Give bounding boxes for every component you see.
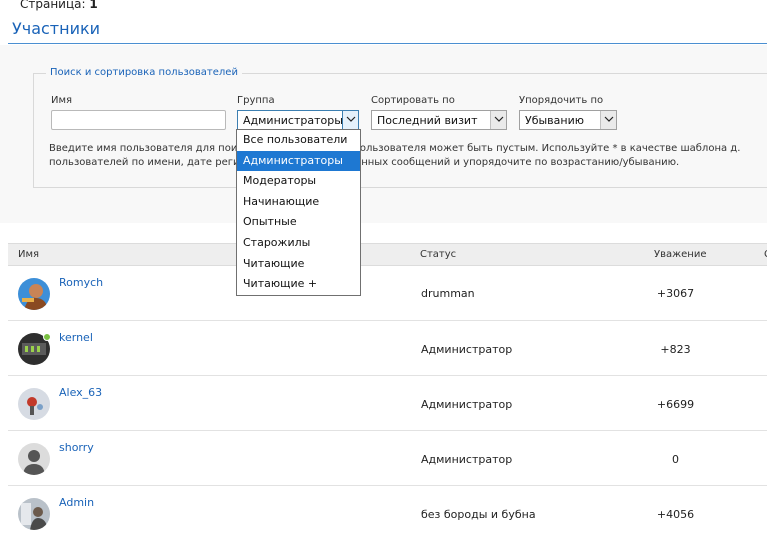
dropdown-option-experienced[interactable]: Опытные [237, 212, 360, 233]
page-title: Участники [12, 19, 101, 38]
username-link[interactable]: kernel [59, 331, 93, 344]
search-fieldset: Поиск и сортировка пользователей [33, 67, 767, 188]
user-avatar[interactable] [18, 278, 50, 310]
pagination-current-page[interactable]: 1 [89, 0, 97, 11]
chevron-down-icon[interactable] [490, 111, 506, 129]
chevron-down-icon[interactable] [600, 111, 616, 129]
group-label: Группа [237, 95, 275, 106]
name-label: Имя [51, 95, 73, 106]
username-link[interactable]: Romych [59, 276, 103, 289]
username-link[interactable]: Admin [59, 496, 94, 509]
group-select-value: Администраторы [243, 114, 343, 127]
dropdown-option-all-users[interactable]: Все пользователи [237, 130, 360, 151]
title-divider [8, 43, 767, 44]
username-link[interactable]: Alex_63 [59, 386, 102, 399]
sort-select[interactable]: Последний визит [371, 110, 507, 130]
user-status: без бороды и бубна [421, 508, 536, 521]
dropdown-option-beginners[interactable]: Начинающие [237, 192, 360, 213]
group-dropdown-list: Все пользователи Администраторы Модерато… [236, 129, 361, 296]
order-select[interactable]: Убыванию [519, 110, 617, 130]
members-table-header: Имя Статус Уважение С [8, 243, 767, 266]
user-status: drumman [421, 287, 475, 300]
dropdown-option-administrators[interactable]: Администраторы [237, 150, 360, 172]
pagination: Страница: 1 [20, 0, 98, 11]
help-text: Введите имя пользователя для поис у. Имя … [49, 143, 741, 168]
chevron-down-icon[interactable] [342, 111, 358, 129]
username-input[interactable] [51, 110, 226, 130]
sort-label: Сортировать по [371, 95, 455, 106]
order-select-value: Убыванию [525, 114, 584, 127]
table-row: kernel Администратор +823 [8, 321, 767, 376]
user-avatar[interactable] [18, 498, 50, 530]
column-header-name[interactable]: Имя [18, 249, 39, 260]
order-label: Упорядочить по [519, 95, 604, 106]
column-header-status[interactable]: Статус [420, 249, 456, 260]
table-row: Admin без бороды и бубна +4056 [8, 486, 767, 541]
user-reputation: +3067 [656, 287, 695, 300]
pagination-label: Страница: [20, 0, 86, 11]
dropdown-option-oldtimers[interactable]: Старожилы [237, 233, 360, 254]
fieldset-legend: Поиск и сортировка пользователей [46, 67, 242, 78]
user-status: Администратор [421, 453, 513, 466]
column-header-reputation[interactable]: Уважение [654, 249, 706, 260]
user-reputation: +4056 [656, 508, 695, 521]
group-select[interactable]: Администраторы [237, 110, 359, 130]
username-link[interactable]: shorry [59, 441, 94, 454]
user-reputation: +6699 [656, 398, 695, 411]
user-reputation: +823 [660, 343, 691, 356]
sort-select-value: Последний визит [377, 114, 478, 127]
user-avatar[interactable] [18, 443, 50, 475]
user-status: Администратор [421, 343, 513, 356]
table-row: Alex_63 Администратор +6699 [8, 376, 767, 431]
dropdown-option-moderators[interactable]: Модераторы [237, 171, 360, 192]
table-row: Romych drumman +3067 [8, 266, 767, 321]
dropdown-option-readers[interactable]: Читающие [237, 254, 360, 275]
dropdown-option-readers-plus[interactable]: Читающие + [237, 274, 360, 295]
table-row: shorry Администратор 0 [8, 431, 767, 486]
online-indicator [43, 333, 51, 341]
user-reputation: 0 [672, 453, 679, 466]
user-avatar[interactable] [18, 388, 50, 420]
user-status: Администратор [421, 398, 513, 411]
filter-panel: Поиск и сортировка пользователей [0, 45, 767, 223]
